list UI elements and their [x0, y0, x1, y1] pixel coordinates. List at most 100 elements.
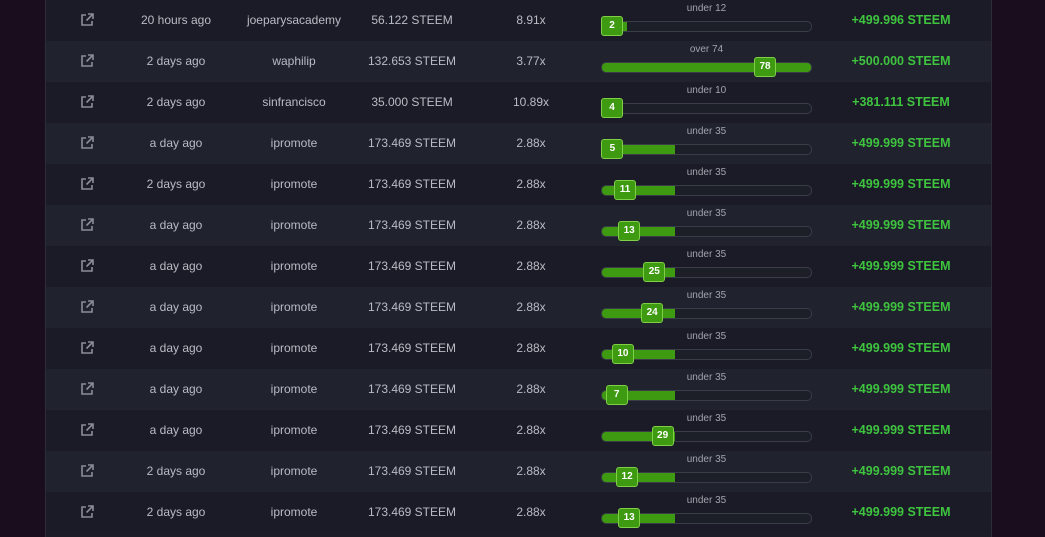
external-link-icon[interactable] — [76, 451, 98, 492]
external-link-icon[interactable] — [76, 492, 98, 533]
roll-result: under 35 13 — [601, 492, 812, 533]
roll-result: under 35 13 — [601, 205, 812, 246]
table-row: a day ago ipromote 173.469 STEEM 2.88x u… — [46, 287, 991, 328]
table-row: 2 days ago ipromote 173.469 STEEM 2.88x … — [46, 492, 991, 533]
roll-marker: 2 — [601, 16, 623, 36]
bet-time: a day ago — [149, 382, 203, 396]
bet-multiplier: 2.88x — [516, 136, 546, 150]
table-row: a day ago ipromote 173.469 STEEM 2.88x u… — [46, 123, 991, 164]
roll-marker: 4 — [601, 98, 623, 118]
roll-result: under 35 24 — [601, 287, 812, 328]
external-link-icon[interactable] — [76, 82, 98, 123]
table-row: 2 days ago ipromote 173.469 STEEM 2.88x … — [46, 164, 991, 205]
bet-user[interactable]: ipromote — [244, 410, 344, 451]
external-link-icon[interactable] — [76, 410, 98, 451]
bet-multiplier: 10.89x — [512, 95, 550, 109]
bet-user[interactable]: ipromote — [244, 369, 344, 410]
bet-time: 2 days ago — [146, 505, 206, 519]
bet-profit: +500.000 STEEM — [851, 54, 951, 68]
external-link-icon[interactable] — [76, 369, 98, 410]
external-link-icon[interactable] — [76, 205, 98, 246]
bet-profit: +499.999 STEEM — [851, 464, 951, 478]
bet-time: a day ago — [149, 423, 203, 437]
table-row: a day ago ipromote 173.469 STEEM 2.88x u… — [46, 205, 991, 246]
external-link-icon[interactable] — [76, 328, 98, 369]
bet-user[interactable]: ipromote — [244, 451, 344, 492]
roll-target-label: under 35 — [686, 167, 727, 178]
roll-target-label: under 35 — [686, 126, 727, 137]
roll-result: under 35 12 — [601, 451, 812, 492]
bet-user[interactable]: ipromote — [244, 164, 344, 205]
roll-target-label: under 35 — [686, 208, 727, 219]
bet-profit: +499.999 STEEM — [851, 136, 951, 150]
roll-target-label: under 35 — [686, 290, 727, 301]
roll-result: under 35 11 — [601, 164, 812, 205]
roll-track — [601, 267, 812, 278]
bet-multiplier: 2.88x — [516, 382, 546, 396]
bet-multiplier: 2.88x — [516, 177, 546, 191]
bet-time: 20 hours ago — [140, 13, 212, 27]
bets-table: 20 hours ago joeparysacademy 56.122 STEE… — [45, 0, 992, 537]
bet-profit: +499.999 STEEM — [851, 259, 951, 273]
roll-target-fill — [602, 473, 676, 482]
roll-target-fill — [602, 309, 676, 318]
bet-multiplier: 2.88x — [516, 341, 546, 355]
roll-target-label: under 35 — [686, 372, 727, 383]
bet-amount: 173.469 STEEM — [367, 382, 457, 396]
external-link-icon[interactable] — [76, 41, 98, 82]
roll-target-label: under 12 — [686, 3, 727, 14]
roll-track — [601, 21, 812, 32]
bet-profit: +499.999 STEEM — [851, 300, 951, 314]
bet-profit: +499.999 STEEM — [851, 177, 951, 191]
bet-amount: 173.469 STEEM — [367, 423, 457, 437]
bet-amount: 173.469 STEEM — [367, 464, 457, 478]
roll-track — [601, 103, 812, 114]
roll-track — [601, 431, 812, 442]
roll-marker: 11 — [613, 180, 636, 200]
roll-result: under 35 7 — [601, 369, 812, 410]
bet-user[interactable]: ipromote — [244, 123, 344, 164]
roll-result: under 35 29 — [601, 410, 812, 451]
roll-result: under 35 5 — [601, 123, 812, 164]
roll-track — [601, 62, 812, 73]
bet-profit: +499.996 STEEM — [851, 13, 951, 27]
bet-user[interactable]: ipromote — [244, 246, 344, 287]
bet-amount: 173.469 STEEM — [367, 341, 457, 355]
roll-target-fill — [602, 186, 676, 195]
external-link-icon[interactable] — [76, 0, 98, 41]
external-link-icon[interactable] — [76, 246, 98, 287]
bet-amount: 173.469 STEEM — [367, 177, 457, 191]
bet-user[interactable]: ipromote — [244, 287, 344, 328]
bet-user[interactable]: ipromote — [244, 205, 344, 246]
bet-amount: 173.469 STEEM — [367, 136, 457, 150]
bet-multiplier: 2.88x — [516, 259, 546, 273]
bet-user[interactable]: joeparysacademy — [244, 0, 344, 41]
bet-amount: 132.653 STEEM — [367, 54, 457, 68]
external-link-icon[interactable] — [76, 123, 98, 164]
external-link-icon[interactable] — [76, 164, 98, 205]
bet-time: a day ago — [149, 341, 203, 355]
bet-time: 2 days ago — [146, 95, 206, 109]
table-row: a day ago ipromote 173.469 STEEM 2.88x u… — [46, 410, 991, 451]
external-link-icon[interactable] — [76, 287, 98, 328]
roll-target-label: under 35 — [686, 454, 727, 465]
bet-user[interactable]: ipromote — [244, 328, 344, 369]
bet-user[interactable]: sinfrancisco — [244, 82, 344, 123]
bet-amount: 173.469 STEEM — [367, 300, 457, 314]
roll-target-label: under 35 — [686, 495, 727, 506]
bet-user[interactable]: ipromote — [244, 492, 344, 533]
bet-amount: 173.469 STEEM — [367, 218, 457, 232]
bet-time: 2 days ago — [146, 54, 206, 68]
bet-amount: 56.122 STEEM — [371, 13, 453, 27]
roll-marker: 7 — [605, 385, 628, 405]
bet-time: 2 days ago — [146, 177, 206, 191]
bet-amount: 173.469 STEEM — [367, 505, 457, 519]
bet-user[interactable]: waphilip — [244, 41, 344, 82]
table-row: 2 days ago waphilip 132.653 STEEM 3.77x … — [46, 41, 991, 82]
table-row: a day ago ipromote 173.469 STEEM 2.88x u… — [46, 246, 991, 287]
roll-marker: 13 — [618, 221, 641, 241]
roll-target-label: under 10 — [686, 85, 727, 96]
roll-result: under 35 25 — [601, 246, 812, 287]
bet-profit: +499.999 STEEM — [851, 505, 951, 519]
table-row: 2 days ago sinfrancisco 35.000 STEEM 10.… — [46, 82, 991, 123]
